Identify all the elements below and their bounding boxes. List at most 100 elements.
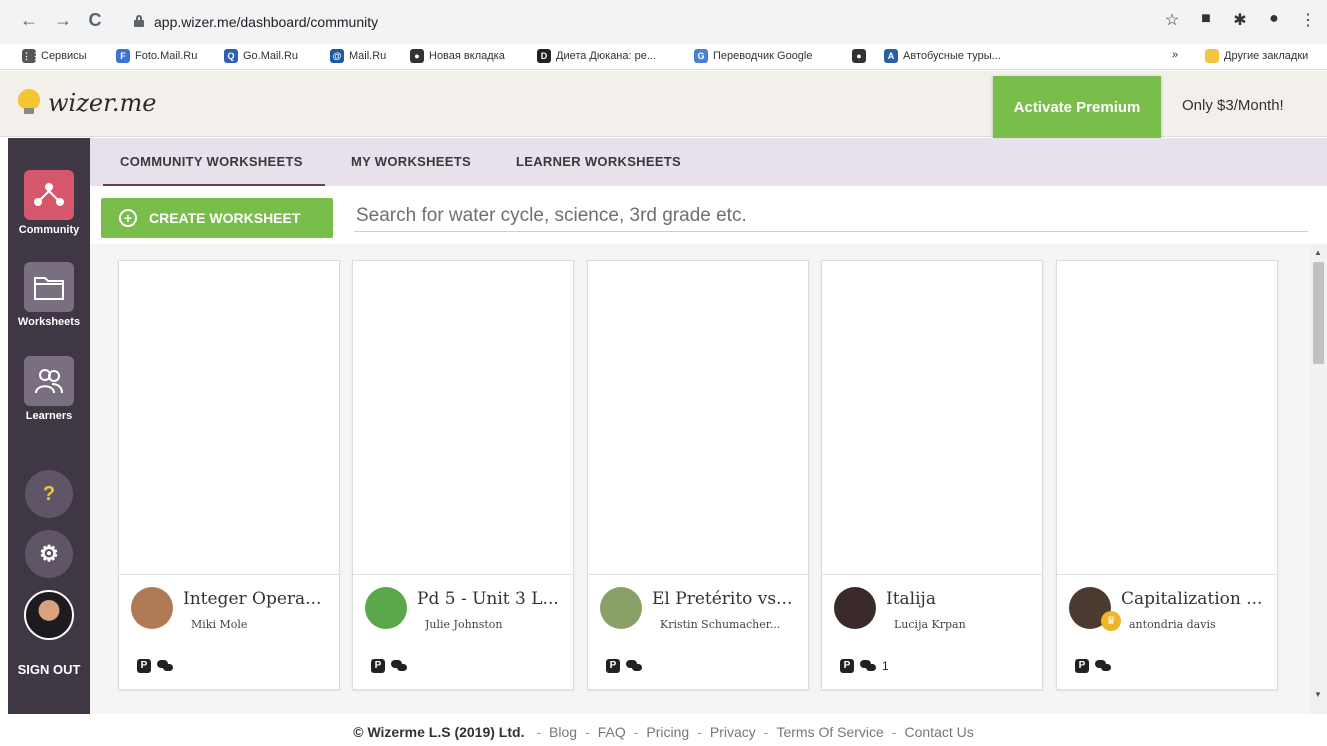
activate-premium-button[interactable]: Activate Premium [993,76,1161,138]
comments-icon[interactable] [1095,660,1111,672]
sidebar-item-label: Learners [25,410,73,422]
card-actions: P [137,659,179,673]
search-input[interactable] [354,200,1308,232]
user-avatar[interactable] [8,590,90,640]
footer-link[interactable]: Blog [549,724,577,740]
worksheet-card[interactable]: Pd 5 - Unit 3 L... Julie Johnston P [352,260,574,690]
logo[interactable]: wizer.me [48,89,157,117]
worksheet-author[interactable]: Kristin Schumacher... [660,618,800,631]
bookmark-item[interactable]: Q Go.Mail.Ru [224,49,298,63]
sign-out-link[interactable]: SIGN OUT [8,662,90,677]
foto-mail-icon: F [116,49,130,63]
sidebar-item-community[interactable]: Community [8,170,90,236]
author-avatar[interactable] [131,587,173,629]
scroll-thumb[interactable] [1313,262,1324,364]
profile-icon[interactable]: ● [1265,10,1283,30]
gear-icon: ⚙ [25,530,73,578]
url-text[interactable]: app.wizer.me/dashboard/community [154,14,378,30]
comments-icon[interactable] [860,660,876,672]
worksheet-card[interactable]: Italija Lucija Krpan P 1 [821,260,1043,690]
bookmark-item[interactable]: A Автобусные туры... [884,49,1001,63]
bookmark-item[interactable]: G Переводчик Google [694,49,813,63]
card-actions: P [371,659,413,673]
pinterest-icon[interactable]: P [840,659,854,673]
comments-icon[interactable] [157,660,173,672]
other-bookmarks[interactable]: Другие закладки [1205,49,1308,63]
footer-link[interactable]: Contact Us [905,724,974,740]
active-tab-indicator [103,184,325,186]
bookmark-label: Go.Mail.Ru [243,50,299,62]
worksheet-title[interactable]: Italija [886,589,1036,609]
worksheet-thumbnail[interactable] [119,261,339,575]
footer: © Wizerme L.S (2019) Ltd. - Blog - FAQ - Pric… [0,724,1327,740]
footer-separator: - [633,724,639,740]
address-bar[interactable]: app.wizer.me/dashboard/community [120,7,1150,37]
worksheet-title[interactable]: El Pretérito vs... [652,589,802,609]
bookmark-item[interactable]: ● Новая вкладка [410,49,505,63]
worksheet-thumbnail[interactable] [822,261,1042,575]
worksheet-thumbnail[interactable] [353,261,573,575]
worksheet-thumbnail[interactable] [1057,261,1277,575]
menu-dots-icon[interactable]: ⋮ [1299,10,1317,30]
card-actions: P1 [840,659,889,673]
footer-link[interactable]: FAQ [598,724,626,740]
forward-arrow-icon[interactable]: → [52,10,74,31]
comments-icon[interactable] [391,660,407,672]
bookmark-item[interactable]: @ Mail.Ru [330,49,386,63]
footer-link[interactable]: Pricing [646,724,689,740]
pinterest-icon[interactable]: P [606,659,620,673]
author-avatar[interactable] [365,587,407,629]
footer-separator: - [536,724,542,740]
pinterest-icon[interactable]: P [137,659,151,673]
worksheet-title[interactable]: Integer Opera... [183,589,333,609]
help-button[interactable]: ? [8,470,90,518]
worksheet-title[interactable]: Capitalization ... [1121,589,1271,609]
scroll-down-icon[interactable]: ▼ [1314,690,1322,699]
back-arrow-icon[interactable]: ← [18,10,40,31]
settings-button[interactable]: ⚙ [8,530,90,578]
footer-separator: - [891,724,897,740]
create-worksheet-button[interactable]: + CREATE WORKSHEET [101,198,333,238]
community-icon [24,170,74,220]
globe-icon: ● [852,49,866,63]
footer-separator: - [585,724,590,740]
sidebar-item-learners[interactable]: Learners [8,356,90,422]
worksheet-author[interactable]: Lucija Krpan [894,618,1034,631]
avatar [24,590,74,640]
bookmark-item[interactable]: ● [852,49,866,63]
footer-link[interactable]: Terms Of Service [776,724,883,740]
star-icon[interactable]: ☆ [1163,10,1181,30]
sidebar-item-label: Community [18,224,80,236]
worksheet-author[interactable]: Julie Johnston [425,618,565,631]
tab-learner-worksheets[interactable]: LEARNER WORKSHEETS [516,154,681,169]
author-avatar[interactable] [834,587,876,629]
worksheet-thumbnail[interactable] [588,261,808,575]
pinterest-icon[interactable]: P [1075,659,1089,673]
more-bookmarks-icon[interactable]: » [1172,49,1178,61]
worksheet-card[interactable]: Integer Opera... Miki Mole P [118,260,340,690]
sidebar-item-worksheets[interactable]: Worksheets [8,262,90,328]
bookmark-item[interactable]: F Foto.Mail.Ru [116,49,197,63]
comments-icon[interactable] [626,660,642,672]
author-avatar[interactable] [600,587,642,629]
worksheet-card[interactable]: El Pretérito vs... Kristin Schumacher... P [587,260,809,690]
pinterest-icon[interactable]: P [371,659,385,673]
tab-my-worksheets[interactable]: MY WORKSHEETS [351,154,471,169]
worksheet-title[interactable]: Pd 5 - Unit 3 L... [417,589,567,609]
reload-icon[interactable]: C [84,10,106,31]
scrollbar[interactable]: ▲ ▼ [1310,244,1327,714]
worksheet-author[interactable]: Miki Mole [191,618,331,631]
bookmark-label: Mail.Ru [349,50,387,62]
worksheet-author[interactable]: antondria davis [1129,618,1269,631]
bookmark-label: Автобусные туры... [903,50,1001,62]
footer-link[interactable]: Privacy [710,724,756,740]
bookmark-item[interactable]: ⋮⋮ Сервисы [22,49,87,63]
folder-icon [1205,49,1219,63]
tab-community-worksheets[interactable]: COMMUNITY WORKSHEETS [120,154,303,169]
worksheet-card[interactable]: ♛ Capitalization ... antondria davis P [1056,260,1278,690]
puzzle-icon[interactable]: ✱ [1231,10,1249,30]
bookmark-item[interactable]: D Диета Дюкана: ре... [537,49,656,63]
lightbulb-logo-icon [18,89,40,115]
extension-icon[interactable]: ■ [1197,10,1215,30]
scroll-up-icon[interactable]: ▲ [1314,248,1322,257]
